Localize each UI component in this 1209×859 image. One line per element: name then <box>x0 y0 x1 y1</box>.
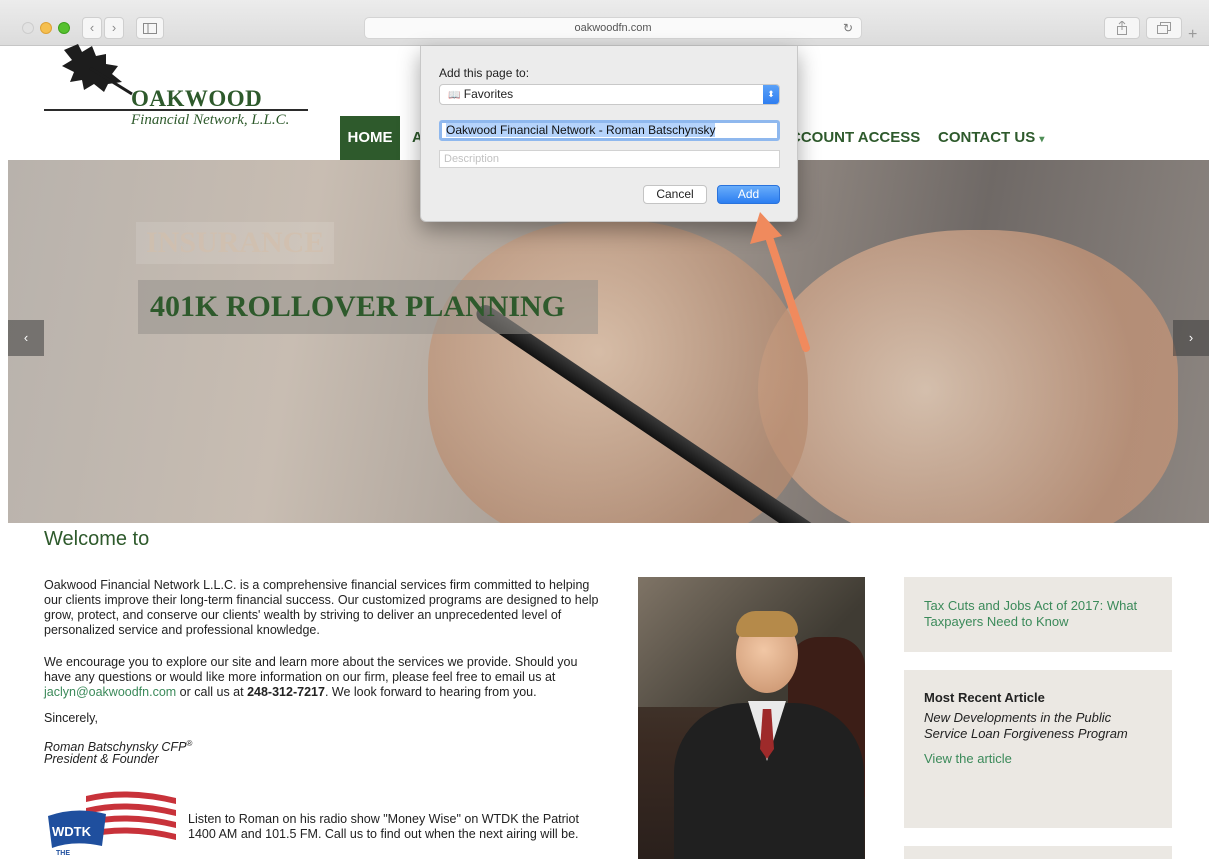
contact-text-b: or call us at <box>176 685 248 699</box>
bookmark-title-value: Oakwood Financial Network - Roman Batsch… <box>446 123 716 137</box>
nav-account-access[interactable]: CCOUNT ACCESS <box>790 116 920 160</box>
minimize-window-button[interactable] <box>40 22 52 34</box>
wdtk-radio-logo[interactable]: WDTK THE <box>46 788 178 859</box>
nav-contact-label: CONTACT US <box>938 129 1036 146</box>
intro-paragraph: Oakwood Financial Network L.L.C. is a co… <box>44 578 599 637</box>
sidebar-next-box <box>904 846 1172 859</box>
browser-toolbar: ‹ › oakwoodfn.com ↻ + <box>0 0 1209 46</box>
back-icon: ‹ <box>89 20 95 35</box>
sidebar-recent-article-box: Most Recent Article New Developments in … <box>904 670 1172 828</box>
hero-hand-right <box>758 230 1178 523</box>
cancel-button[interactable]: Cancel <box>643 185 707 204</box>
forward-icon: › <box>111 20 117 35</box>
registered-mark: ® <box>186 739 193 748</box>
contact-text-c: . We look forward to hearing from you. <box>324 685 537 699</box>
sincerely-text: Sincerely, <box>44 711 98 725</box>
recent-article-title: New Developments in the Public Service L… <box>924 710 1128 741</box>
new-tab-icon[interactable]: + <box>1188 26 1197 44</box>
tax-cuts-article-link[interactable]: Tax Cuts and Jobs Act of 2017: What Taxp… <box>924 598 1152 630</box>
close-window-button[interactable] <box>22 22 34 34</box>
share-icon <box>1117 20 1127 35</box>
url-text: oakwoodfn.com <box>574 22 652 34</box>
phone-number: 248-312-7217 <box>247 685 325 699</box>
share-button[interactable] <box>1104 17 1140 39</box>
back-button[interactable]: ‹ <box>82 17 102 39</box>
email-link[interactable]: jaclyn@oakwoodfn.com <box>44 685 176 699</box>
contact-text-a: We encourage you to explore our site and… <box>44 655 578 684</box>
view-article-link[interactable]: View the article <box>924 751 1152 767</box>
add-page-to-label: Add this page to: <box>439 66 530 80</box>
hero-faint-title: INSURANCE <box>136 222 335 264</box>
book-icon: 📖 <box>448 90 461 101</box>
logo-subtitle: Financial Network, L.L.C. <box>131 112 290 128</box>
forward-button[interactable]: › <box>104 17 124 39</box>
nav-home[interactable]: HOME <box>340 116 400 160</box>
founder-portrait <box>638 577 865 859</box>
bookmark-folder-value: Favorites <box>463 87 514 101</box>
sidebar-button[interactable] <box>136 17 164 39</box>
zoom-window-button[interactable] <box>58 22 70 34</box>
hero-hand-left <box>428 220 808 523</box>
browser-window: ‹ › oakwoodfn.com ↻ + OAKWOOD Financial … <box>0 0 1209 859</box>
chevron-down-icon: ▾ <box>1039 134 1045 145</box>
oak-leaf-logo-icon <box>62 44 133 96</box>
address-bar[interactable]: oakwoodfn.com ↻ <box>364 17 862 39</box>
sidebar-icon <box>143 23 157 34</box>
slider-prev-button[interactable]: ‹ <box>8 320 44 356</box>
hero-title: 401K ROLLOVER PLANNING <box>138 280 598 334</box>
signer-title: President & Founder <box>44 752 159 766</box>
bookmark-folder-select[interactable]: 📖 Favorites ⬍ <box>439 84 780 105</box>
bookmark-description-input[interactable]: Description <box>439 150 780 168</box>
nav-contact-us[interactable]: CONTACT US ▾ <box>938 116 1044 160</box>
add-button[interactable]: Add <box>717 185 780 204</box>
add-bookmark-dialog: Add this page to: 📖 Favorites ⬍ Oakwood … <box>420 46 798 222</box>
select-stepper-icon: ⬍ <box>763 85 779 104</box>
logo-name[interactable]: OAKWOOD <box>131 86 262 112</box>
sidebar-news-box: Tax Cuts and Jobs Act of 2017: What Taxp… <box>904 577 1172 652</box>
wdtk-logo-sub: THE <box>56 850 70 857</box>
tabs-icon <box>1157 22 1171 34</box>
description-placeholder: Description <box>444 153 500 165</box>
tabs-overview-button[interactable] <box>1146 17 1182 39</box>
recent-article-heading: Most Recent Article <box>924 690 1045 705</box>
radio-show-text: Listen to Roman on his radio show "Money… <box>188 812 579 841</box>
reload-icon[interactable]: ↻ <box>843 18 853 38</box>
chevron-left-icon: ‹ <box>23 330 29 345</box>
contact-paragraph: We encourage you to explore our site and… <box>44 655 604 700</box>
wdtk-logo-text: WDTK <box>52 824 91 839</box>
welcome-heading: Welcome to <box>44 528 150 550</box>
chevron-right-icon: › <box>1188 330 1194 345</box>
bookmark-title-input[interactable]: Oakwood Financial Network - Roman Batsch… <box>439 120 780 141</box>
slider-next-button[interactable]: › <box>1173 320 1209 356</box>
